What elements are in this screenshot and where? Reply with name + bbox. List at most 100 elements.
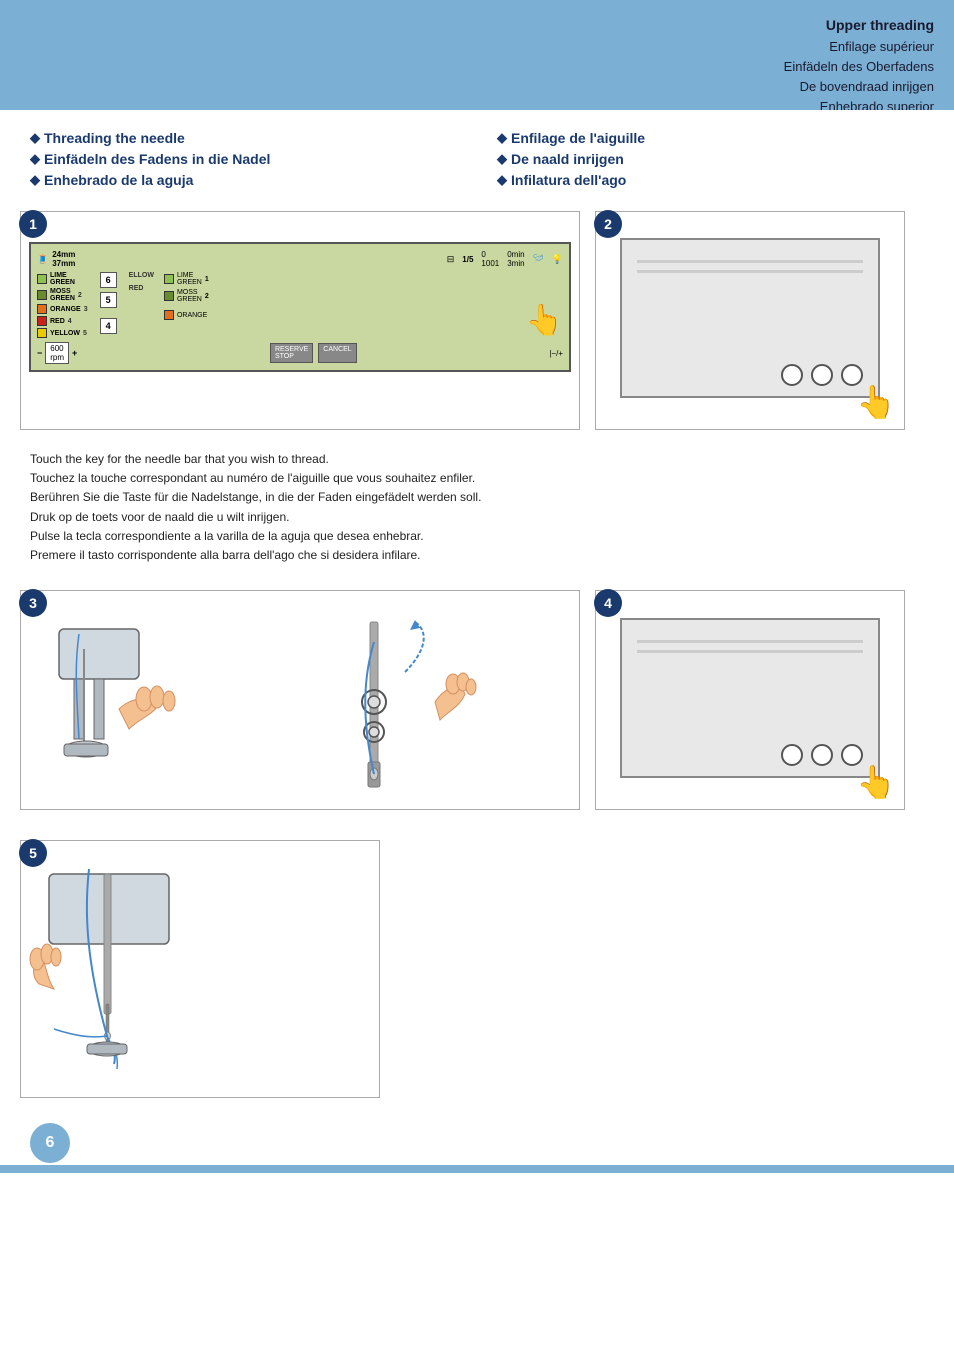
diamond-icon-5: ◆ <box>497 149 507 169</box>
page-number-badge: 6 <box>30 1123 70 1163</box>
time-val: 0min3min <box>507 250 524 268</box>
mid-yellow: ELLOW <box>129 272 154 279</box>
mid-red: RED <box>129 285 154 292</box>
machine-screen: 🧵 24mm37mm ⊟ 1/5 01001 0min3min 🪡 💡 <box>29 242 571 372</box>
step-1-number: 1 <box>19 210 47 238</box>
steps-row-2: 3 <box>0 575 954 825</box>
r-lime-green: LIMEGREEN 1 <box>164 272 209 286</box>
step-2-box: 2 👆 <box>595 211 905 430</box>
swatch-r-orange <box>164 310 174 320</box>
title-line-2: Enfilage supérieur <box>784 37 934 57</box>
tablet-display-step4 <box>620 618 880 778</box>
plus-btn[interactable]: + <box>72 348 77 358</box>
swatch-lime-green <box>37 274 47 284</box>
bobbin-icon: 🧵 <box>37 254 48 265</box>
step5-illustration <box>29 864 371 1089</box>
heading-einfadeln: ◆ Einfädeln des Fadens in die Nadel <box>30 149 457 170</box>
counter-icon: ⊟ <box>447 254 455 265</box>
thread-col-left: LIMEGREEN MOSSGREEN 2 ORANGE 3 <box>37 272 88 338</box>
step3-inner <box>29 609 571 794</box>
heading-naald: ◆ De naald inrijgen <box>497 149 924 170</box>
steps-row-3: 5 <box>0 825 954 1113</box>
main-content: ◆ Threading the needle ◆ Einfädeln des F… <box>0 110 954 1173</box>
machine-action-btns: RESERVESTOP CANCEL <box>270 343 357 363</box>
r-orange: ORANGE <box>164 310 207 320</box>
swatch-r-lime <box>164 274 174 284</box>
description-block: Touch the key for the needle bar that yo… <box>0 440 954 575</box>
cancel-btn[interactable]: CANCEL <box>318 343 356 363</box>
diamond-icon-3: ◆ <box>30 170 40 190</box>
diamond-icon-1: ◆ <box>30 128 40 148</box>
stitch-controls: |−/+ <box>549 349 563 358</box>
desc-line-1: Touch the key for the needle bar that yo… <box>30 450 924 469</box>
center-num-4: 4 <box>100 318 117 334</box>
step5-svg <box>29 864 349 1084</box>
tablet-circle-2[interactable] <box>811 364 833 386</box>
tablet-buttons-step4 <box>781 744 863 766</box>
step-5-box: 5 <box>20 840 380 1098</box>
step-3-box: 3 <box>20 590 580 810</box>
step3-right-illustration <box>199 609 571 794</box>
tablet-circle-1[interactable] <box>781 364 803 386</box>
tablet-circle-5[interactable] <box>811 744 833 766</box>
section-right-col: ◆ Enfilage de l'aiguille ◆ De naald inri… <box>497 128 924 191</box>
center-numbers: 6 5 4 <box>100 272 117 338</box>
tablet-buttons-step2 <box>781 364 863 386</box>
tablet-line-4 <box>637 650 863 653</box>
hand-icon-step2: 👆 <box>856 383 896 421</box>
diamond-icon-2: ◆ <box>30 149 40 169</box>
tablet-display-step2 <box>620 238 880 398</box>
step-2-number: 2 <box>594 210 622 238</box>
swatch-orange <box>37 304 47 314</box>
center-num-6: 6 <box>100 272 117 288</box>
thread-orange: ORANGE 3 <box>37 304 88 314</box>
machine-icon3: 💡 <box>552 254 563 265</box>
speed-control: − 600rpm + <box>37 342 77 364</box>
fraction-val: 1/5 <box>462 255 473 264</box>
hand-icon-step4: 👆 <box>856 763 896 801</box>
thread-red: RED 4 <box>37 316 88 326</box>
desc-line-6: Premere il tasto corrispondente alla bar… <box>30 546 924 565</box>
swatch-yellow <box>37 328 47 338</box>
bottom-blue-bar <box>0 1165 954 1173</box>
thread-display: LIMEGREEN MOSSGREEN 2 ORANGE 3 <box>37 272 563 338</box>
tablet-circle-4[interactable] <box>781 744 803 766</box>
r-moss-green: MOSSGREEN 2 <box>164 289 209 303</box>
step-4-box: 4 👆 <box>595 590 905 810</box>
count-val: 01001 <box>481 250 499 268</box>
minus-btn[interactable]: − <box>37 348 42 358</box>
swatch-moss-green <box>37 290 47 300</box>
step-5-number: 5 <box>19 839 47 867</box>
steps-row-1: 1 🧵 24mm37mm ⊟ 1/5 01001 0min3min 🪡 <box>0 201 954 440</box>
diamond-icon-6: ◆ <box>497 170 507 190</box>
machine-left-icons: 🧵 24mm37mm <box>37 250 75 268</box>
heading-enhebrado: ◆ Enhebrado de la aguja <box>30 170 457 191</box>
section-left-col: ◆ Threading the needle ◆ Einfädeln des F… <box>30 128 457 191</box>
tablet-line-3 <box>637 640 863 643</box>
thread-moss-green: MOSSGREEN 2 <box>37 288 88 302</box>
step-3-number: 3 <box>19 589 47 617</box>
thread-lime-green: LIMEGREEN <box>37 272 88 286</box>
heading-threading-needle: ◆ Threading the needle <box>30 128 457 149</box>
reserve-stop-btn[interactable]: RESERVESTOP <box>270 343 313 363</box>
title-line-3: Einfädeln des Oberfadens <box>784 57 934 77</box>
swatch-red <box>37 316 47 326</box>
tablet-line-1 <box>637 260 863 263</box>
machine-counters: ⊟ 1/5 01001 0min3min 🪡 💡 <box>447 250 563 268</box>
needle-illustration-svg <box>29 609 189 789</box>
thread-yellow: YELLOW 5 <box>37 328 88 338</box>
desc-line-2: Touchez la touche correspondant au numér… <box>30 469 924 488</box>
machine-top-bar: 🧵 24mm37mm ⊟ 1/5 01001 0min3min 🪡 💡 <box>37 250 563 268</box>
mm-label: 24mm37mm <box>52 250 75 268</box>
swatch-r-moss <box>164 291 174 301</box>
diamond-icon-4: ◆ <box>497 128 507 148</box>
right-swatches: LIMEGREEN 1 MOSSGREEN 2 ORANGE <box>164 272 209 338</box>
machine-icon2: 🪡 <box>533 254 544 265</box>
hand-icon-step1: 👆 <box>526 303 563 338</box>
desc-line-3: Berühren Sie die Taste für die Nadelstan… <box>30 488 924 507</box>
speed-value: 600rpm <box>45 342 69 364</box>
needle-closeup-svg <box>285 612 485 792</box>
heading-enfilage: ◆ Enfilage de l'aiguille <box>497 128 924 149</box>
desc-line-4: Druk op de toets voor de naald die u wil… <box>30 508 924 527</box>
step3-left-illustration <box>29 609 189 794</box>
